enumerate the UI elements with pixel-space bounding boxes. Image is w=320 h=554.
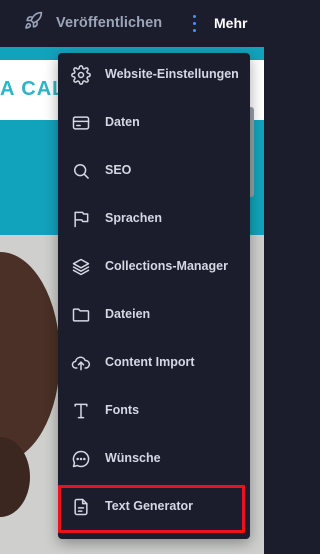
chat-bubble-icon [71, 449, 91, 469]
menu-item-label: Content Import [105, 355, 195, 369]
menu-item-label: Website-Einstellungen [105, 67, 239, 81]
highlight-box [58, 485, 245, 533]
search-icon [71, 161, 91, 181]
menu-item-label: Wünsche [105, 451, 161, 465]
folder-icon [71, 305, 91, 325]
menu-item-fonts[interactable]: Fonts [58, 389, 250, 433]
menu-item-label: Fonts [105, 403, 140, 417]
publish-button[interactable]: Veröffentlichen [24, 11, 162, 35]
text-t-icon [71, 401, 91, 421]
more-dropdown-menu: Website-Einstellungen Daten SEO Sprachen [58, 53, 250, 539]
menu-item-label: Collections-Manager [105, 259, 228, 273]
menu-item-content-import[interactable]: Content Import [58, 341, 250, 385]
menu-item-wishes[interactable]: Wünsche [58, 437, 250, 481]
menu-item-collections-manager[interactable]: Collections-Manager [58, 245, 250, 289]
menu-item-seo[interactable]: SEO [58, 149, 250, 193]
publish-label: Veröffentlichen [56, 15, 163, 31]
menu-item-files[interactable]: Dateien [58, 293, 250, 337]
gear-icon [71, 65, 91, 85]
menu-item-languages[interactable]: Sprachen [58, 197, 250, 241]
menu-item-label: Daten [105, 115, 140, 129]
menu-item-data[interactable]: Daten [58, 101, 250, 145]
page-banner-text: A CAL [0, 78, 66, 100]
editor-topbar: Veröffentlichen Mehr [0, 0, 264, 47]
menu-item-label: Sprachen [105, 211, 162, 225]
card-icon [71, 113, 91, 133]
cloud-upload-icon [71, 353, 91, 373]
menu-item-website-settings[interactable]: Website-Einstellungen [58, 53, 250, 97]
flag-icon [71, 209, 91, 229]
menu-item-label: Dateien [105, 307, 151, 321]
layers-icon [71, 257, 91, 277]
menu-item-label: SEO [105, 163, 132, 177]
more-button[interactable]: Mehr [186, 11, 247, 35]
more-label: Mehr [214, 15, 248, 31]
more-vertical-icon [186, 11, 200, 35]
rocket-icon [24, 11, 43, 35]
